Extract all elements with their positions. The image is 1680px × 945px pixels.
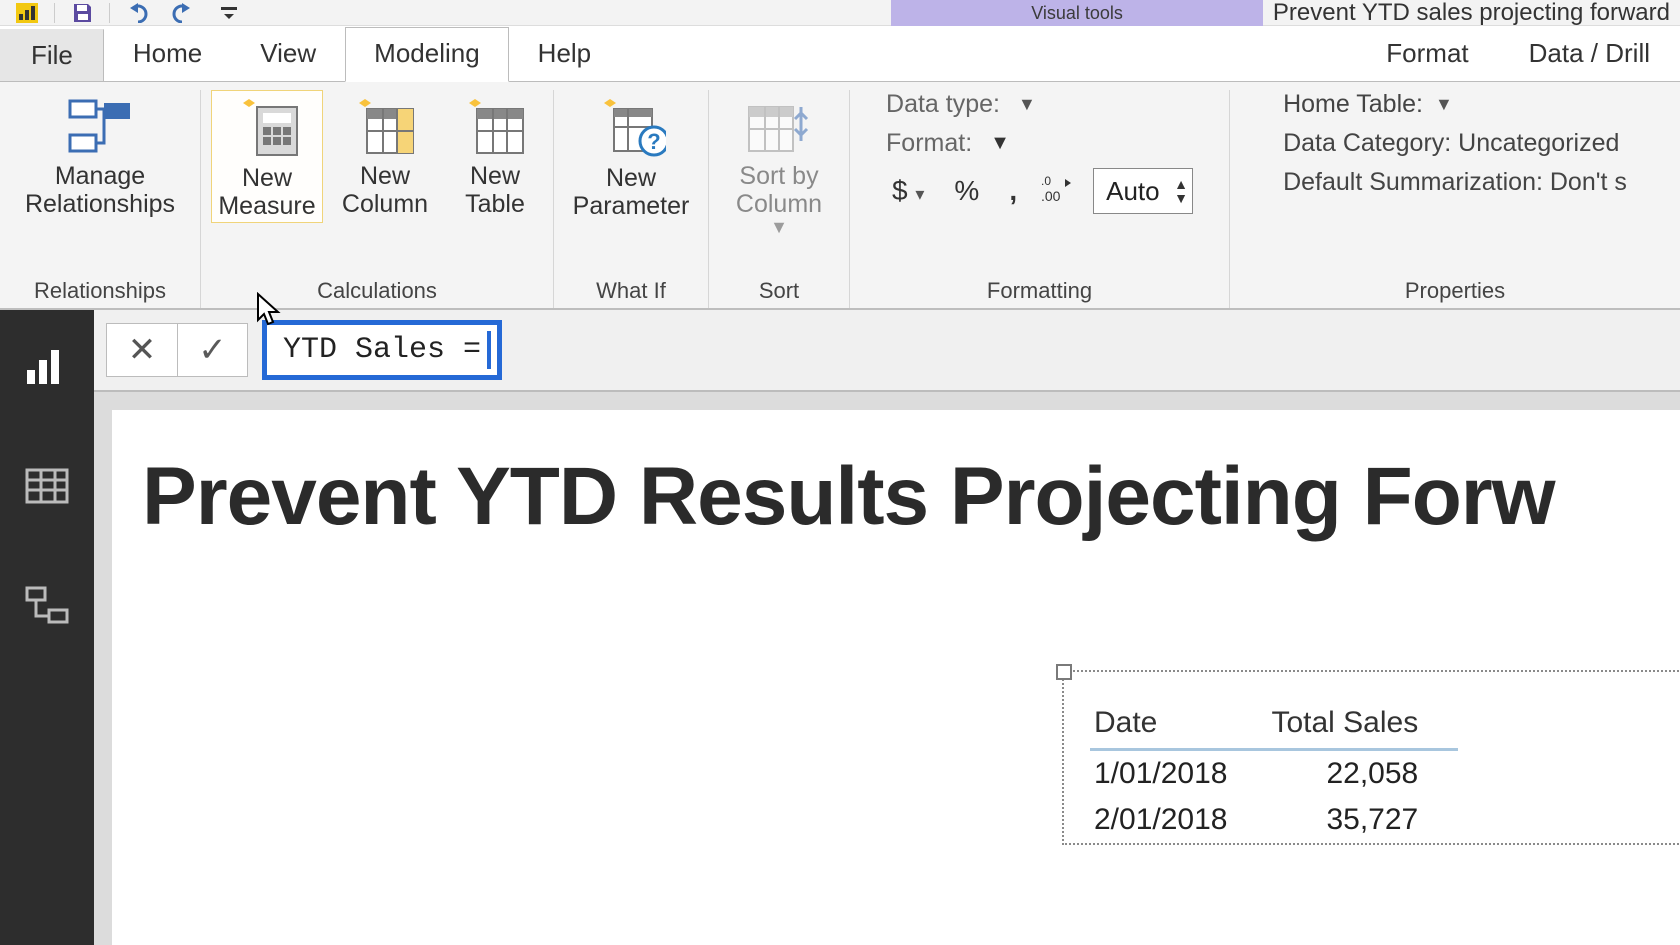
new-measure-button[interactable]: New Measure [211, 90, 323, 223]
group-label: Calculations [317, 276, 437, 308]
svg-text:.0: .0 [1041, 174, 1051, 188]
formula-cancel-button[interactable]: ✕ [107, 324, 177, 376]
group-label: What If [596, 276, 666, 308]
data-view-button[interactable] [15, 454, 79, 518]
new-table-icon [463, 97, 527, 157]
model-view-button[interactable] [15, 574, 79, 638]
document-title: Prevent YTD sales projecting forward [1263, 0, 1680, 26]
ribbon: Manage Relationships Relationships New M… [0, 82, 1680, 310]
contextual-tab-header: Visual tools [891, 0, 1263, 26]
formula-accept-button[interactable]: ✓ [177, 324, 247, 376]
save-icon[interactable] [59, 1, 105, 25]
table-header-total-sales[interactable]: Total Sales [1267, 700, 1458, 750]
view-switcher [0, 310, 94, 945]
ribbon-group-calculations: New Measure New Column New Table Calcula… [201, 90, 554, 308]
ribbon-group-properties: Home Table: ▼ Data Category: Uncategorize… [1230, 90, 1680, 308]
tab-home[interactable]: Home [104, 27, 231, 81]
group-label: Formatting [987, 276, 1092, 308]
currency-button[interactable]: $ ▾ [886, 175, 930, 207]
caret-icon [487, 331, 491, 369]
ribbon-group-relationships: Manage Relationships Relationships [0, 90, 201, 308]
home-table-dropdown[interactable]: ▼ [1435, 94, 1453, 115]
tab-modeling[interactable]: Modeling [345, 27, 509, 82]
svg-text:.00: .00 [1041, 188, 1061, 203]
data-category-label: Data Category: Uncategorized [1283, 129, 1619, 158]
table-row[interactable]: 1/01/2018 22,058 [1090, 750, 1458, 798]
new-parameter-icon: ? [596, 97, 666, 159]
sort-by-column-button[interactable]: Sort by Column ▼ [719, 90, 839, 241]
quick-access-toolbar: Visual tools Prevent YTD sales projectin… [0, 0, 1680, 26]
percent-button[interactable]: % [948, 175, 985, 207]
ribbon-group-sort: Sort by Column ▼ Sort [709, 90, 850, 308]
ribbon-tab-row: File Home View Modeling Help Format Data… [0, 26, 1680, 82]
tab-help[interactable]: Help [509, 27, 620, 81]
sort-icon [743, 97, 815, 157]
resize-handle-icon[interactable] [1056, 664, 1072, 680]
thousands-button[interactable]: , [1003, 175, 1023, 207]
format-dropdown[interactable]: ▼ [990, 132, 1010, 155]
tab-format[interactable]: Format [1356, 28, 1498, 81]
svg-text:?: ? [647, 129, 660, 154]
app-logo-icon [4, 1, 50, 25]
undo-icon[interactable] [114, 1, 160, 25]
report-canvas[interactable]: Prevent YTD Results Projecting Forw Date… [112, 410, 1680, 945]
group-label: Properties [1405, 276, 1505, 308]
page-title: Prevent YTD Results Projecting Forw [142, 450, 1680, 544]
data-type-label: Data type: [886, 90, 1000, 119]
relationships-icon [66, 97, 134, 157]
home-table-label: Home Table: [1283, 90, 1423, 119]
tab-view[interactable]: View [231, 27, 345, 81]
new-column-icon [353, 97, 417, 157]
table-visual[interactable]: Date Total Sales 1/01/2018 22,058 2/01/2… [1062, 670, 1680, 845]
formula-text: YTD Sales = [283, 333, 481, 367]
ribbon-group-whatif: ? New Parameter What If [554, 90, 709, 308]
ribbon-group-formatting: Data type: ▼ Format: ▼ $ ▾ % , .0.00 Aut… [850, 90, 1230, 308]
new-parameter-button[interactable]: ? New Parameter [564, 90, 698, 223]
new-measure-icon [233, 97, 301, 159]
decimals-icon[interactable]: .0.00 [1041, 173, 1075, 210]
formula-input[interactable]: YTD Sales = [262, 320, 502, 380]
tab-file[interactable]: File [0, 29, 104, 81]
table-row[interactable]: 2/01/2018 35,727 [1090, 797, 1458, 843]
mouse-cursor-icon [256, 292, 282, 331]
group-label: Sort [759, 276, 799, 308]
report-view-button[interactable] [15, 334, 79, 398]
customize-qat-icon[interactable] [206, 1, 252, 25]
formula-bar: ✕ ✓ YTD Sales = [94, 310, 1680, 392]
format-label: Format: [886, 129, 972, 158]
group-label: Relationships [34, 276, 166, 308]
table-header-date[interactable]: Date [1090, 700, 1267, 750]
tab-data-drill[interactable]: Data / Drill [1499, 28, 1680, 81]
new-table-button[interactable]: New Table [447, 90, 543, 221]
data-type-dropdown[interactable]: ▼ [1018, 94, 1036, 115]
new-column-button[interactable]: New Column [329, 90, 441, 221]
manage-relationships-button[interactable]: Manage Relationships [10, 90, 190, 221]
decimal-places-spinner[interactable]: Auto ▲▼ [1093, 168, 1193, 214]
default-summarization-label: Default Summarization: Don't s [1283, 168, 1627, 197]
redo-icon[interactable] [160, 1, 206, 25]
